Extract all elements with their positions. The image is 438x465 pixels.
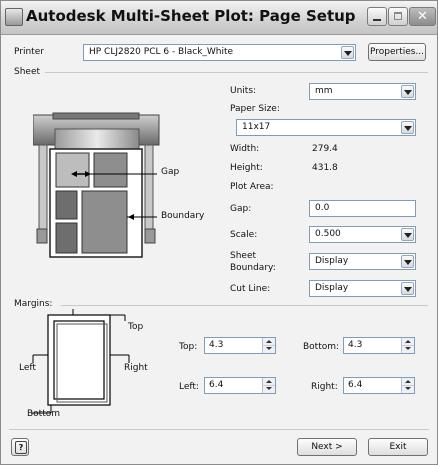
exit-button[interactable]: Exit bbox=[368, 438, 428, 456]
chevron-down-icon[interactable] bbox=[401, 255, 414, 268]
sheet-boundary-select-value: Display bbox=[315, 256, 349, 266]
bottom-margin-stepper[interactable]: 4.3 bbox=[343, 337, 415, 354]
bottom-margin-label: Bottom: bbox=[303, 342, 340, 352]
height-label: Height: bbox=[230, 163, 263, 173]
sheet-section-label: Sheet bbox=[14, 67, 41, 77]
spin-down-icon[interactable] bbox=[263, 345, 275, 352]
diagram-right-label: Right bbox=[124, 363, 148, 373]
printer-select[interactable]: HP CLJ2820 PCL 6 - Black_White bbox=[83, 44, 356, 61]
minimize-button[interactable] bbox=[367, 7, 387, 26]
left-margin-value: 6.4 bbox=[209, 380, 224, 390]
left-margin-spin-buttons[interactable] bbox=[262, 378, 275, 393]
footer-divider bbox=[9, 429, 429, 430]
help-icon: ? bbox=[15, 441, 27, 454]
chevron-down-icon[interactable] bbox=[401, 282, 414, 295]
margins-section-label: Margins: bbox=[14, 299, 53, 309]
scale-select-value: 0.500 bbox=[315, 229, 341, 239]
plotter-diagram bbox=[33, 112, 160, 258]
diagram-top-label: Top bbox=[128, 322, 144, 332]
paper-size-select[interactable]: 11x17 bbox=[236, 119, 416, 136]
units-label: Units: bbox=[230, 86, 257, 96]
sheet-boundary-select[interactable]: Display bbox=[309, 253, 416, 270]
top-margin-value: 4.3 bbox=[209, 340, 224, 350]
cut-line-select-value: Display bbox=[315, 283, 349, 293]
next-button[interactable]: Next > bbox=[297, 438, 357, 456]
units-select[interactable]: mm bbox=[309, 83, 416, 100]
printer-select-value: HP CLJ2820 PCL 6 - Black_White bbox=[89, 47, 234, 57]
title-bar[interactable]: Autodesk Multi-Sheet Plot: Page Setup ✕ bbox=[1, 1, 437, 35]
bottom-margin-spin-buttons[interactable] bbox=[401, 338, 414, 353]
plot-area-label: Plot Area: bbox=[230, 182, 274, 192]
gap-input[interactable]: 0.0 bbox=[309, 200, 416, 217]
cut-line-label: Cut Line: bbox=[230, 284, 271, 294]
chevron-down-icon[interactable] bbox=[401, 228, 414, 241]
maximize-button[interactable] bbox=[388, 7, 408, 26]
cut-line-select[interactable]: Display bbox=[309, 280, 416, 297]
width-value: 279.4 bbox=[312, 144, 338, 154]
chevron-down-icon[interactable] bbox=[401, 85, 414, 98]
page-setup-dialog: Autodesk Multi-Sheet Plot: Page Setup ✕ … bbox=[0, 0, 438, 465]
properties-button[interactable]: Properties... bbox=[368, 43, 426, 61]
minimize-icon bbox=[373, 19, 381, 21]
height-value: 431.8 bbox=[312, 163, 338, 173]
scale-label: Scale: bbox=[230, 230, 258, 240]
scale-select[interactable]: 0.500 bbox=[309, 226, 416, 243]
top-margin-spin-buttons[interactable] bbox=[262, 338, 275, 353]
spin-down-icon[interactable] bbox=[402, 345, 414, 352]
left-margin-stepper[interactable]: 6.4 bbox=[204, 377, 276, 394]
printer-label: Printer bbox=[14, 47, 44, 57]
sheet-divider bbox=[45, 72, 428, 73]
chevron-down-icon[interactable] bbox=[341, 46, 354, 59]
spin-down-icon[interactable] bbox=[263, 385, 275, 392]
chevron-down-icon[interactable] bbox=[401, 121, 414, 134]
width-label: Width: bbox=[230, 144, 260, 154]
sheet-boundary-label-line2: Boundary: bbox=[230, 263, 276, 273]
diagram-boundary-label: Boundary bbox=[161, 211, 205, 221]
diagram-left-label: Left bbox=[19, 363, 36, 373]
window-title: Autodesk Multi-Sheet Plot: Page Setup bbox=[26, 7, 356, 25]
diagram-gap-label: Gap bbox=[161, 167, 180, 177]
right-margin-label: Right: bbox=[311, 382, 338, 392]
top-margin-label: Top: bbox=[179, 342, 198, 352]
paper-size-select-value: 11x17 bbox=[242, 122, 271, 132]
spin-down-icon[interactable] bbox=[402, 385, 414, 392]
diagram-bottom-label: Bottom bbox=[27, 409, 61, 419]
top-margin-stepper[interactable]: 4.3 bbox=[204, 337, 276, 354]
right-margin-stepper[interactable]: 6.4 bbox=[343, 377, 415, 394]
right-margin-value: 6.4 bbox=[348, 380, 363, 390]
close-icon: ✕ bbox=[417, 9, 428, 24]
paper-size-label: Paper Size: bbox=[230, 104, 280, 114]
sheet-boundary-label-line1: Sheet bbox=[230, 251, 257, 261]
right-margin-spin-buttons[interactable] bbox=[401, 378, 414, 393]
close-button[interactable]: ✕ bbox=[409, 7, 436, 26]
help-button[interactable]: ? bbox=[11, 438, 29, 456]
bottom-margin-value: 4.3 bbox=[348, 340, 363, 350]
left-margin-label: Left: bbox=[179, 382, 199, 392]
maximize-icon bbox=[394, 12, 402, 20]
gap-label: Gap: bbox=[230, 204, 252, 214]
autodesk-app-icon bbox=[5, 8, 23, 26]
margins-divider bbox=[61, 305, 428, 306]
units-select-value: mm bbox=[315, 86, 333, 96]
